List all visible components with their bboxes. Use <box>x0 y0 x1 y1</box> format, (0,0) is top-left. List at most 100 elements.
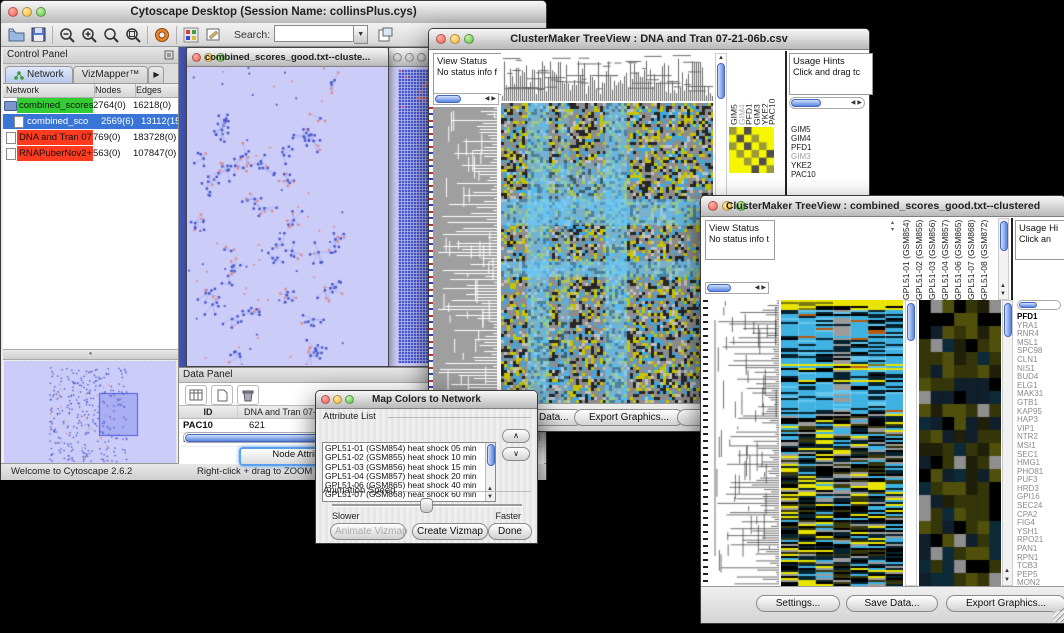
gene-label[interactable]: MAK31 <box>1017 390 1063 399</box>
zoom-fit-icon[interactable] <box>122 25 144 45</box>
zoom-in-icon[interactable] <box>78 25 100 45</box>
select-attributes-icon[interactable] <box>185 385 207 405</box>
zoom-out-icon[interactable] <box>56 25 78 45</box>
network-view-title-bar[interactable]: combined_scores_good.txt--cluste... <box>187 48 388 67</box>
search-db-icon[interactable] <box>374 25 396 45</box>
tv2-zoom-vscrollbar[interactable]: ▲ ▼ <box>1002 300 1013 586</box>
row-label[interactable]: PAC10 <box>791 170 833 179</box>
column-label[interactable]: GPL51-02 (GSM855) <box>914 218 927 300</box>
gene-label[interactable]: VIP1 <box>1017 425 1063 434</box>
gene-label[interactable]: MSI1 <box>1017 442 1063 451</box>
save-icon[interactable] <box>27 25 49 45</box>
row-label[interactable]: GIM4 <box>791 134 833 143</box>
atr-scroll-arrows[interactable]: ▴▾ <box>891 220 894 234</box>
gene-label[interactable]: SPC98 <box>1017 347 1063 356</box>
tv2-global-heatmap[interactable] <box>781 300 903 586</box>
move-up-button[interactable]: ∧ <box>502 429 530 443</box>
float-panel-icon[interactable] <box>164 50 174 66</box>
network-canvas[interactable] <box>187 67 386 365</box>
scroll-up-icon[interactable]: ▲ <box>1004 567 1010 575</box>
scroll-thumb[interactable] <box>1019 302 1037 308</box>
column-label[interactable]: GPL51-03 (GSM856) <box>927 218 940 300</box>
search-input[interactable]: ▼ <box>274 25 368 44</box>
column-label[interactable]: GIM5 <box>729 55 737 125</box>
col-header-nodes[interactable]: Nodes <box>95 84 136 97</box>
column-label[interactable]: GPL51-06 (GSM865) <box>953 218 966 300</box>
column-label[interactable]: GPL51-01 (GSM854) <box>901 218 914 300</box>
column-label[interactable]: PAC10 <box>767 55 775 125</box>
gene-label[interactable]: CLN1 <box>1017 356 1063 365</box>
gene-label[interactable]: SEC1 <box>1017 451 1063 460</box>
speed-slider-thumb[interactable] <box>420 498 433 513</box>
tv1-zoom-hscrollbar[interactable]: ◀ ▶ <box>789 97 865 109</box>
tab-vizmapper[interactable]: VizMapper™ <box>73 66 149 83</box>
network-overview-canvas[interactable] <box>4 361 176 465</box>
row-label[interactable]: YKE2 <box>791 161 833 170</box>
scroll-right-icon[interactable]: ▶ <box>761 284 766 292</box>
gene-label[interactable]: YRA1 <box>1017 322 1063 331</box>
tv2-zoom-heatmap[interactable] <box>919 300 1001 586</box>
gene-label[interactable]: RPO21 <box>1017 536 1063 545</box>
scroll-down-icon[interactable]: ▼ <box>1004 576 1010 584</box>
gene-label[interactable]: HMG1 <box>1017 459 1063 468</box>
tv2-row-dendrogram[interactable] <box>709 300 779 586</box>
scroll-right-icon[interactable]: ▶ <box>491 95 496 103</box>
settings-button[interactable]: Settings... <box>756 595 840 612</box>
col-header-edges[interactable]: Edges <box>136 84 178 97</box>
gene-label[interactable]: PUF3 <box>1017 476 1063 485</box>
gene-label[interactable]: PEP5 <box>1017 571 1063 580</box>
network-list-row[interactable]: combined_scores2764(0)16218(0) <box>3 98 178 114</box>
resize-grip[interactable] <box>1053 611 1064 622</box>
scroll-up-icon[interactable]: ▲ <box>1000 282 1006 290</box>
gene-label[interactable]: GPI16 <box>1017 493 1063 502</box>
scroll-left-icon[interactable]: ◀ <box>485 95 490 103</box>
open-folder-icon[interactable] <box>5 25 27 45</box>
scroll-right-icon[interactable]: ▶ <box>857 99 862 107</box>
gene-label[interactable]: MON2 <box>1017 579 1063 586</box>
dialog-title-bar[interactable]: Map Colors to Network <box>316 391 537 409</box>
tv1-zoom-matrix[interactable] <box>729 127 774 173</box>
scroll-thumb[interactable] <box>435 95 461 103</box>
gene-label[interactable]: PAN1 <box>1017 545 1063 554</box>
scroll-thumb[interactable] <box>791 99 821 107</box>
minimize-button[interactable] <box>405 53 414 62</box>
zoom-selected-icon[interactable] <box>100 25 122 45</box>
gene-label[interactable]: NTR2 <box>1017 433 1063 442</box>
tv2-row-hscrollbar[interactable]: ◀ ▶ <box>705 282 769 294</box>
scroll-thumb[interactable] <box>717 63 725 99</box>
scroll-left-icon[interactable]: ◀ <box>851 99 856 107</box>
network-list-row[interactable]: combined_sco2569(6)13112(15) <box>3 114 178 130</box>
done-button[interactable]: Done <box>488 523 532 540</box>
tv2-gene-hscrollbar[interactable] <box>1017 300 1061 310</box>
list-vscrollbar[interactable]: ▲ ▼ <box>485 443 495 501</box>
gene-label[interactable]: NIS1 <box>1017 365 1063 374</box>
gene-label[interactable]: BUD4 <box>1017 373 1063 382</box>
tv2-title-bar[interactable]: ClusterMaker TreeView : combined_scores_… <box>701 196 1064 217</box>
save-data-button[interactable]: Save Data... <box>846 595 938 612</box>
gene-label[interactable]: YSH1 <box>1017 528 1063 537</box>
export-graphics-button[interactable]: Export Graphics... <box>946 595 1064 612</box>
scroll-thumb[interactable] <box>1000 221 1008 251</box>
scroll-down-icon[interactable]: ▼ <box>1000 290 1006 298</box>
dp-col-id[interactable]: ID <box>179 406 238 418</box>
gene-label[interactable]: RPN1 <box>1017 554 1063 563</box>
tab-network[interactable]: Network <box>5 66 73 83</box>
gene-label[interactable]: ELG1 <box>1017 382 1063 391</box>
network-list-row[interactable]: RNAPuberNov2+563(0)107847(0) <box>3 146 178 162</box>
zoom-button[interactable] <box>417 53 426 62</box>
move-down-button[interactable]: ∨ <box>502 447 530 461</box>
column-label[interactable]: GIM3 <box>752 55 760 125</box>
gene-label[interactable]: RNR4 <box>1017 330 1063 339</box>
delete-attribute-icon[interactable] <box>237 385 259 405</box>
tv1-row-hscrollbar[interactable]: ◀ ▶ <box>433 93 499 105</box>
tab-overflow-button[interactable]: ▶ <box>148 66 164 83</box>
scroll-thumb[interactable] <box>1004 303 1012 337</box>
column-label[interactable]: GPL51-04 (GSM857) <box>940 218 953 300</box>
scroll-up-icon[interactable]: ▲ <box>716 54 726 62</box>
tv1-column-dendrogram[interactable] <box>501 53 713 101</box>
gene-label[interactable]: HRD3 <box>1017 485 1063 494</box>
tv1-row-dendrogram[interactable] <box>433 107 497 403</box>
column-label[interactable]: PFD1 <box>744 55 752 125</box>
scroll-left-icon[interactable]: ◀ <box>755 284 760 292</box>
gene-label[interactable]: GTB1 <box>1017 399 1063 408</box>
